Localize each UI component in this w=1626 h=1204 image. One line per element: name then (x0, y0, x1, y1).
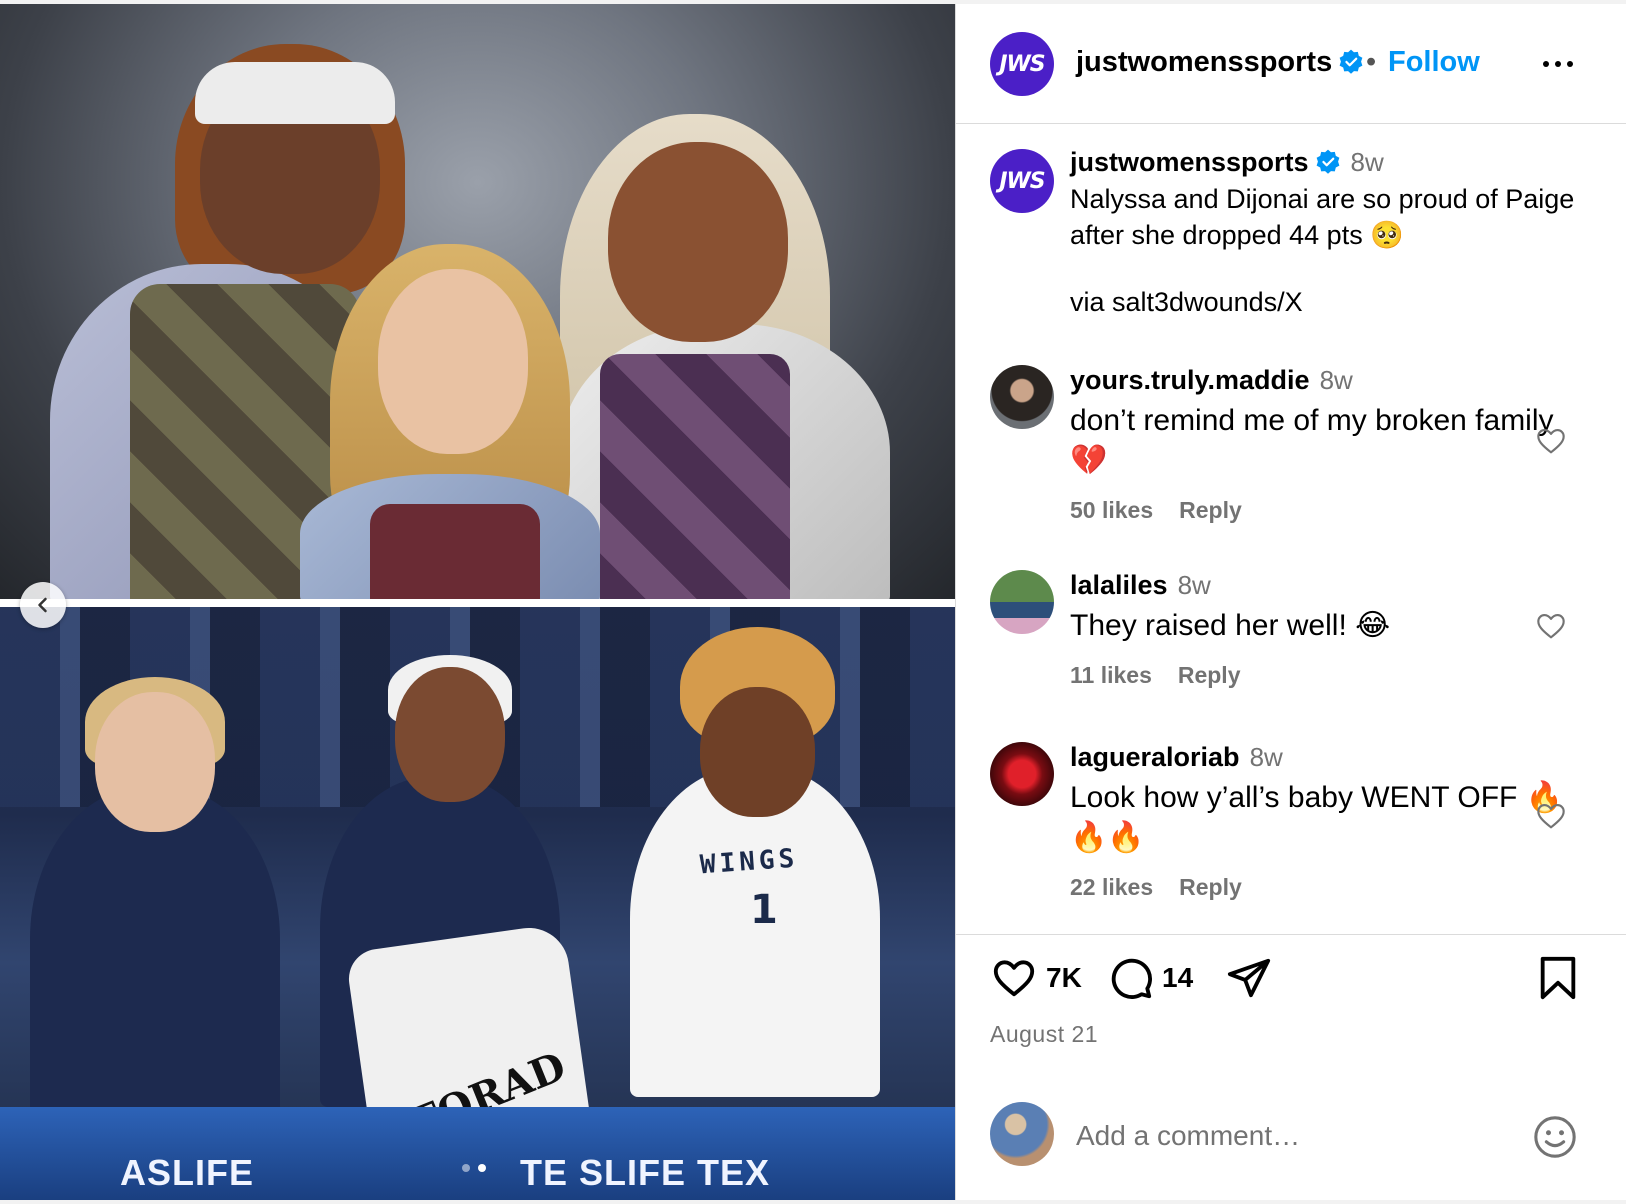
player-right-face (700, 687, 815, 817)
save-action (1538, 955, 1578, 1001)
caption-time[interactable]: 8w (1351, 147, 1384, 177)
bottom-border (0, 1200, 1626, 1204)
comment-action: 14 (1108, 955, 1193, 1001)
comment-text: don’t remind me of my broken family 💔 (1070, 404, 1554, 477)
caption-text: Nalyssa and Dijonai are so proud of Paig… (1070, 184, 1575, 250)
comment-likes[interactable]: 50 likes (1070, 497, 1153, 523)
comment-time[interactable]: 8w (1178, 570, 1211, 600)
person-left-headband (195, 62, 395, 124)
add-comment-input[interactable] (1076, 1114, 1496, 1158)
person-center-face (378, 269, 528, 454)
more-options-button[interactable] (1536, 49, 1580, 79)
carousel-dots (462, 1164, 486, 1172)
person-center-vest (370, 504, 540, 599)
comment-username[interactable]: yours.truly.maddie (1070, 365, 1310, 395)
like-action: 7K (990, 955, 1082, 1001)
more-horizontal-icon-dot (1567, 61, 1573, 67)
photo-bench: WINGS 1 ATORAD ASLIFE TE SLIFE TEX (0, 607, 955, 1200)
comment-username-row: lalaliles 8w (1070, 570, 1211, 601)
bookmark-icon[interactable] (1538, 955, 1578, 1001)
comment-text: They raised her well! 😂 (1070, 609, 1391, 642)
comment-like-heart-icon[interactable] (1534, 425, 1568, 457)
comment-meta: 22 likes Reply (1070, 874, 1242, 901)
author-avatar[interactable]: JWS (990, 32, 1054, 96)
photo-divider (0, 599, 955, 607)
comments-section[interactable]: JWS justwomenssports 8w Nalyssa and Dijon… (956, 125, 1626, 933)
comment-reply-button[interactable]: Reply (1179, 497, 1242, 523)
comment-reply-button[interactable]: Reply (1179, 874, 1242, 900)
sign-right-text: TE SLIFE TEX (520, 1152, 771, 1193)
comment-meta: 11 likes Reply (1070, 662, 1241, 689)
chevron-left-icon (38, 597, 47, 613)
comment-time[interactable]: 8w (1320, 365, 1353, 395)
comment-likes[interactable]: 22 likes (1070, 874, 1153, 900)
comment-likes[interactable]: 11 likes (1070, 662, 1152, 688)
player-left-body (30, 787, 280, 1117)
carousel-prev-button[interactable] (20, 582, 66, 628)
comment-bubble-icon[interactable] (1108, 955, 1154, 1001)
verified-badge-icon (1316, 149, 1339, 174)
comment-text: Look how y’all’s baby WENT OFF 🔥🔥🔥 (1070, 781, 1564, 854)
send-plane-icon[interactable] (1226, 955, 1272, 1001)
author-username[interactable]: justwomenssports (1076, 46, 1332, 78)
comment-count[interactable]: 14 (1162, 962, 1193, 994)
comment-username[interactable]: lagueraloriab (1070, 742, 1240, 772)
player-center-face (395, 667, 505, 802)
verified-badge-icon (1339, 49, 1363, 74)
person-right-vest (600, 354, 790, 599)
more-horizontal-icon-dot (1555, 61, 1561, 67)
person-right-face (608, 142, 788, 342)
share-action (1226, 955, 1272, 1001)
comment-reply-button[interactable]: Reply (1178, 662, 1241, 688)
caption-via: via salt3dwounds/X (1070, 287, 1303, 317)
commenter-avatar[interactable] (990, 570, 1054, 634)
comment-username-row: yours.truly.maddie 8w (1070, 365, 1353, 396)
emoji-smile-icon[interactable] (1532, 1114, 1578, 1160)
sign-left-text: ASLIFE (120, 1152, 255, 1193)
follow-button[interactable]: Follow (1388, 46, 1480, 79)
heart-icon[interactable] (990, 955, 1038, 1001)
post-date[interactable]: August 21 (990, 1021, 1098, 1048)
add-comment-bar (956, 1074, 1626, 1200)
header-separator: • (1366, 46, 1377, 78)
commenter-avatar[interactable] (990, 365, 1054, 429)
current-user-avatar[interactable] (990, 1102, 1054, 1166)
post-header: JWS justwomenssports • Follow (956, 4, 1626, 124)
post-actions: 7K 14 August 21 (956, 934, 1626, 1074)
caption-username-row: justwomenssports 8w (1070, 147, 1384, 178)
comment-like-heart-icon[interactable] (1534, 800, 1568, 832)
carousel-dot (462, 1164, 470, 1172)
author-username-row: justwomenssports (1076, 46, 1364, 79)
photo-portrait-collage (0, 4, 955, 599)
comment-meta: 50 likes Reply (1070, 497, 1242, 524)
comment-username[interactable]: lalaliles (1070, 570, 1168, 600)
more-horizontal-icon (1543, 61, 1549, 67)
like-count[interactable]: 7K (1046, 962, 1082, 994)
comment-time[interactable]: 8w (1250, 742, 1283, 772)
post-details-panel: JWS justwomenssports • Follow JWS justwo… (955, 4, 1626, 1200)
carousel-dot-active (478, 1164, 486, 1172)
caption-author-avatar[interactable]: JWS (990, 149, 1054, 213)
caption-username[interactable]: justwomenssports (1070, 147, 1309, 177)
player-left-face (95, 692, 215, 832)
commenter-avatar[interactable] (990, 742, 1054, 806)
comment-username-row: lagueraloriab 8w (1070, 742, 1283, 773)
comment-like-heart-icon[interactable] (1534, 610, 1568, 642)
post-media[interactable]: WINGS 1 ATORAD ASLIFE TE SLIFE TEX (0, 4, 955, 1200)
jersey-number: 1 (750, 887, 778, 933)
